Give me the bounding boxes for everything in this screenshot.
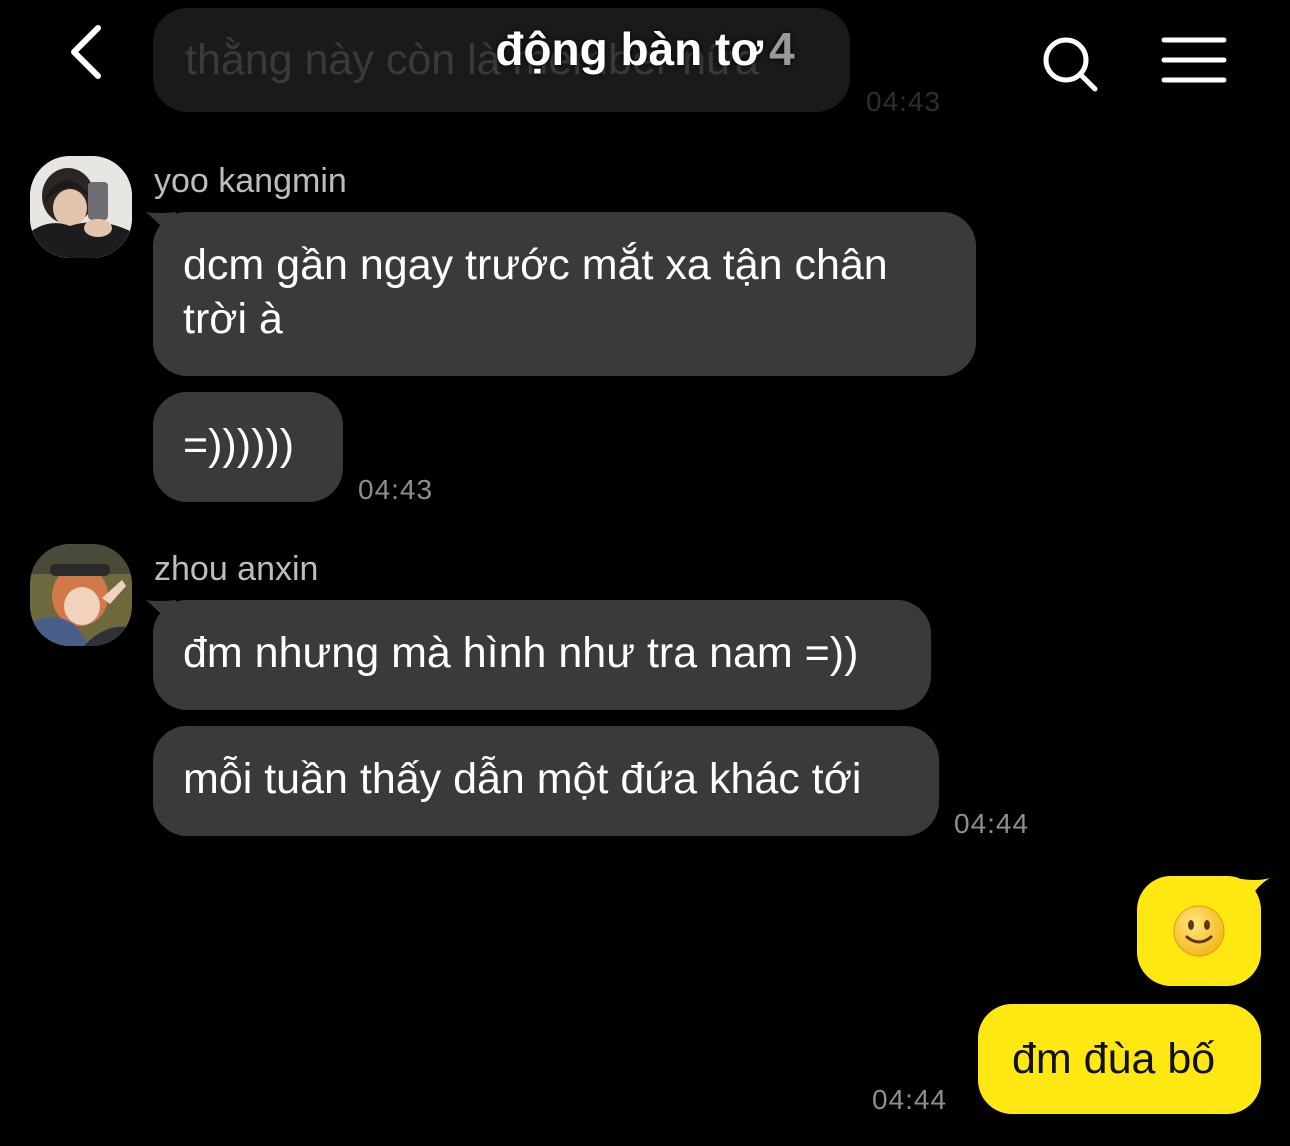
message-bubble[interactable]: =)))))): [153, 392, 343, 502]
message-text: đm đùa bố: [1012, 1035, 1216, 1083]
hamburger-menu-icon: [1161, 37, 1227, 83]
message-time: 04:44: [954, 808, 1030, 839]
message-text: mỗi tuần thấy dẫn một đứa khác tới: [183, 755, 862, 803]
message-time: 04:43: [358, 474, 434, 505]
avatar-zhou-anxin[interactable]: [30, 544, 132, 646]
search-button[interactable]: [1040, 34, 1100, 94]
message-text: dcm gần ngay trước mắt xa tận chân trời …: [183, 241, 888, 343]
outgoing-message-bubble[interactable]: đm đùa bố: [978, 1004, 1261, 1114]
sender-name: yoo kangmin: [154, 162, 347, 200]
chat-header: động bàn tơ 4: [0, 0, 1290, 110]
message-text: =)))))): [183, 421, 295, 469]
profile-photo-icon: [30, 156, 132, 258]
message-text: đm nhưng mà hình như tra nam =)): [183, 629, 859, 677]
member-count: 4: [769, 23, 795, 75]
chat-screen: thằng này còn là member nữa 04:43 động b…: [0, 0, 1290, 1146]
menu-button[interactable]: [1160, 36, 1228, 86]
sender-name: zhou anxin: [154, 550, 319, 588]
slightly-smiling-face-icon: [1173, 905, 1225, 957]
message-time: 04:44: [872, 1084, 948, 1115]
message-bubble[interactable]: đm nhưng mà hình như tra nam =)): [153, 600, 931, 710]
chat-title-text: động bàn tơ: [495, 23, 764, 75]
search-icon: [1043, 37, 1098, 92]
avatar-yoo-kangmin[interactable]: [30, 156, 132, 258]
outgoing-emoji-bubble[interactable]: 🙂: [1137, 876, 1261, 986]
message-bubble[interactable]: dcm gần ngay trước mắt xa tận chân trời …: [153, 212, 976, 376]
message-bubble[interactable]: mỗi tuần thấy dẫn một đứa khác tới: [153, 726, 939, 836]
profile-photo-icon: [30, 544, 132, 646]
